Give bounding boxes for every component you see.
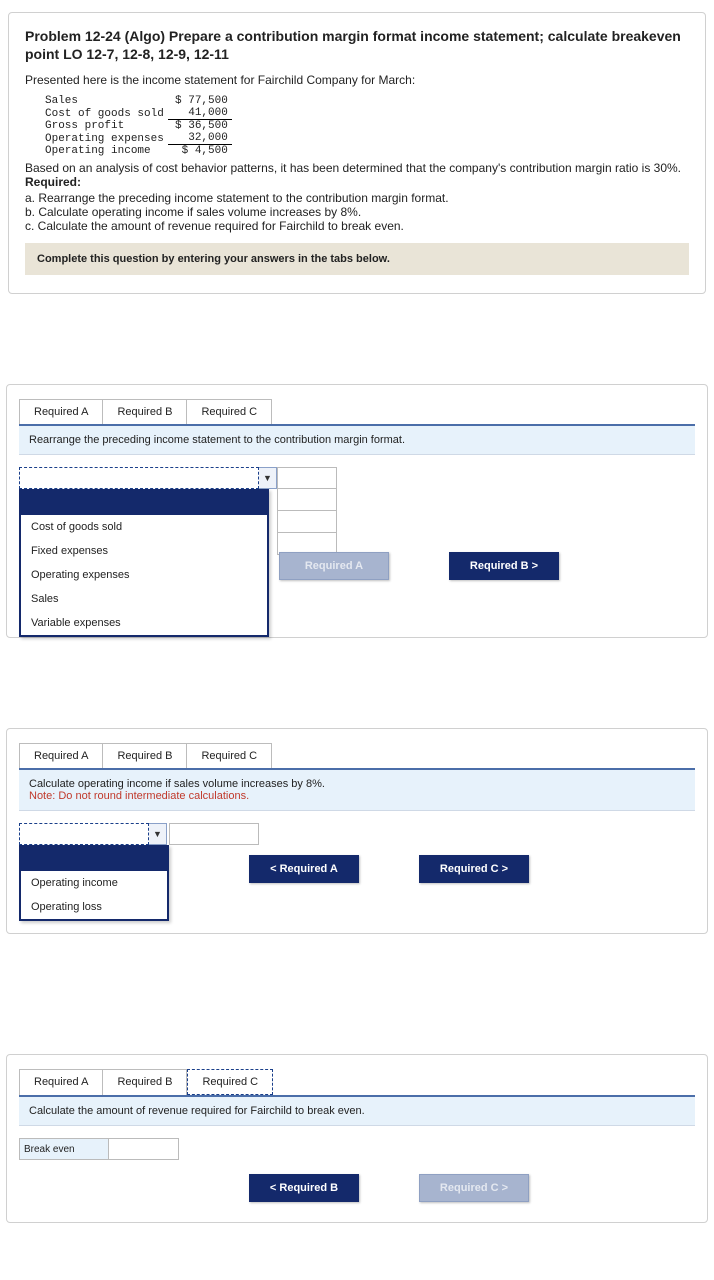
tabs: Required A Required B Required C <box>19 399 695 426</box>
breakeven-label: Break even <box>19 1138 109 1160</box>
nav-prev-button: Required A <box>279 552 389 580</box>
problem-title: Problem 12-24 (Algo) Prepare a contribut… <box>25 27 689 63</box>
breakeven-input[interactable] <box>109 1138 179 1160</box>
panel-required-c: Required A Required B Required C Calcula… <box>6 1054 708 1223</box>
tab-required-c[interactable]: Required C <box>187 399 272 424</box>
table-row: Cost of goods sold 41,000 <box>41 107 232 120</box>
complete-banner: Complete this question by entering your … <box>25 243 689 275</box>
line-item-select[interactable]: ▼ <box>19 467 277 489</box>
required-item-a: a. Rearrange the preceding income statem… <box>25 191 689 205</box>
required-item-b: b. Calculate operating income if sales v… <box>25 205 689 219</box>
tab-required-a[interactable]: Required A <box>19 399 103 424</box>
tab-required-b[interactable]: Required B <box>103 743 187 768</box>
breakeven-row: Break even <box>19 1138 695 1160</box>
income-statement-table: Sales$ 77,500 Cost of goods sold 41,000 … <box>41 95 232 157</box>
panel-required-b: Required A Required B Required C Calcula… <box>6 728 708 934</box>
required-list: a. Rearrange the preceding income statem… <box>25 191 689 233</box>
chevron-down-icon[interactable]: ▼ <box>149 823 167 845</box>
instruction-c: Calculate the amount of revenue required… <box>19 1097 695 1126</box>
required-label: Required: <box>25 175 689 189</box>
dropdown-option[interactable]: Fixed expenses <box>21 539 267 563</box>
nav-next-button: Required C > <box>419 1174 529 1202</box>
tabs: Required A Required B Required C <box>19 1069 695 1097</box>
amount-input[interactable] <box>169 823 259 845</box>
tab-required-c[interactable]: Required C <box>187 743 272 768</box>
tab-required-a[interactable]: Required A <box>19 1069 103 1095</box>
chevron-down-icon[interactable]: ▼ <box>259 467 277 489</box>
required-item-c: c. Calculate the amount of revenue requi… <box>25 219 689 233</box>
tabs: Required A Required B Required C <box>19 743 695 770</box>
panel-required-a: Required A Required B Required C Rearran… <box>6 384 708 638</box>
result-type-dropdown[interactable]: Operating income Operating loss <box>19 845 169 921</box>
nav-next-button[interactable]: Required C > <box>419 855 529 883</box>
table-row: Operating expenses 32,000 <box>41 132 232 145</box>
note-text: Note: Do not round intermediate calculat… <box>29 790 249 802</box>
dropdown-blank-option[interactable] <box>21 847 167 871</box>
line-item-dropdown[interactable]: Cost of goods sold Fixed expenses Operat… <box>19 489 269 637</box>
amount-input[interactable] <box>277 467 337 489</box>
amount-input[interactable] <box>277 511 337 533</box>
result-type-select[interactable]: ▼ <box>19 823 167 845</box>
tab-required-c[interactable]: Required C <box>187 1069 273 1095</box>
table-row: Operating income$ 4,500 <box>41 145 232 158</box>
select-display[interactable] <box>19 467 259 489</box>
tab-required-b[interactable]: Required B <box>103 399 187 424</box>
instruction-a: Rearrange the preceding income statement… <box>19 426 695 455</box>
nav-next-button[interactable]: Required B > <box>449 552 559 580</box>
tab-required-a[interactable]: Required A <box>19 743 103 768</box>
dropdown-option[interactable]: Sales <box>21 587 267 611</box>
table-row: Sales$ 77,500 <box>41 95 232 107</box>
amount-input[interactable] <box>277 489 337 511</box>
dropdown-blank-option[interactable] <box>21 491 267 515</box>
select-display[interactable] <box>19 823 149 845</box>
nav-prev-button[interactable]: < Required B <box>249 1174 359 1202</box>
dropdown-option[interactable]: Cost of goods sold <box>21 515 267 539</box>
dropdown-option[interactable]: Operating expenses <box>21 563 267 587</box>
tab-required-b[interactable]: Required B <box>103 1069 187 1095</box>
dropdown-option[interactable]: Operating loss <box>21 895 167 919</box>
problem-card: Problem 12-24 (Algo) Prepare a contribut… <box>8 12 706 294</box>
analysis-text: Based on an analysis of cost behavior pa… <box>25 161 689 175</box>
table-row: Gross profit$ 36,500 <box>41 120 232 133</box>
dropdown-option[interactable]: Variable expenses <box>21 611 267 635</box>
dropdown-option[interactable]: Operating income <box>21 871 167 895</box>
instruction-b: Calculate operating income if sales volu… <box>19 770 695 811</box>
amount-column <box>277 467 337 555</box>
nav-prev-button[interactable]: < Required A <box>249 855 359 883</box>
intro-text: Presented here is the income statement f… <box>25 73 689 87</box>
